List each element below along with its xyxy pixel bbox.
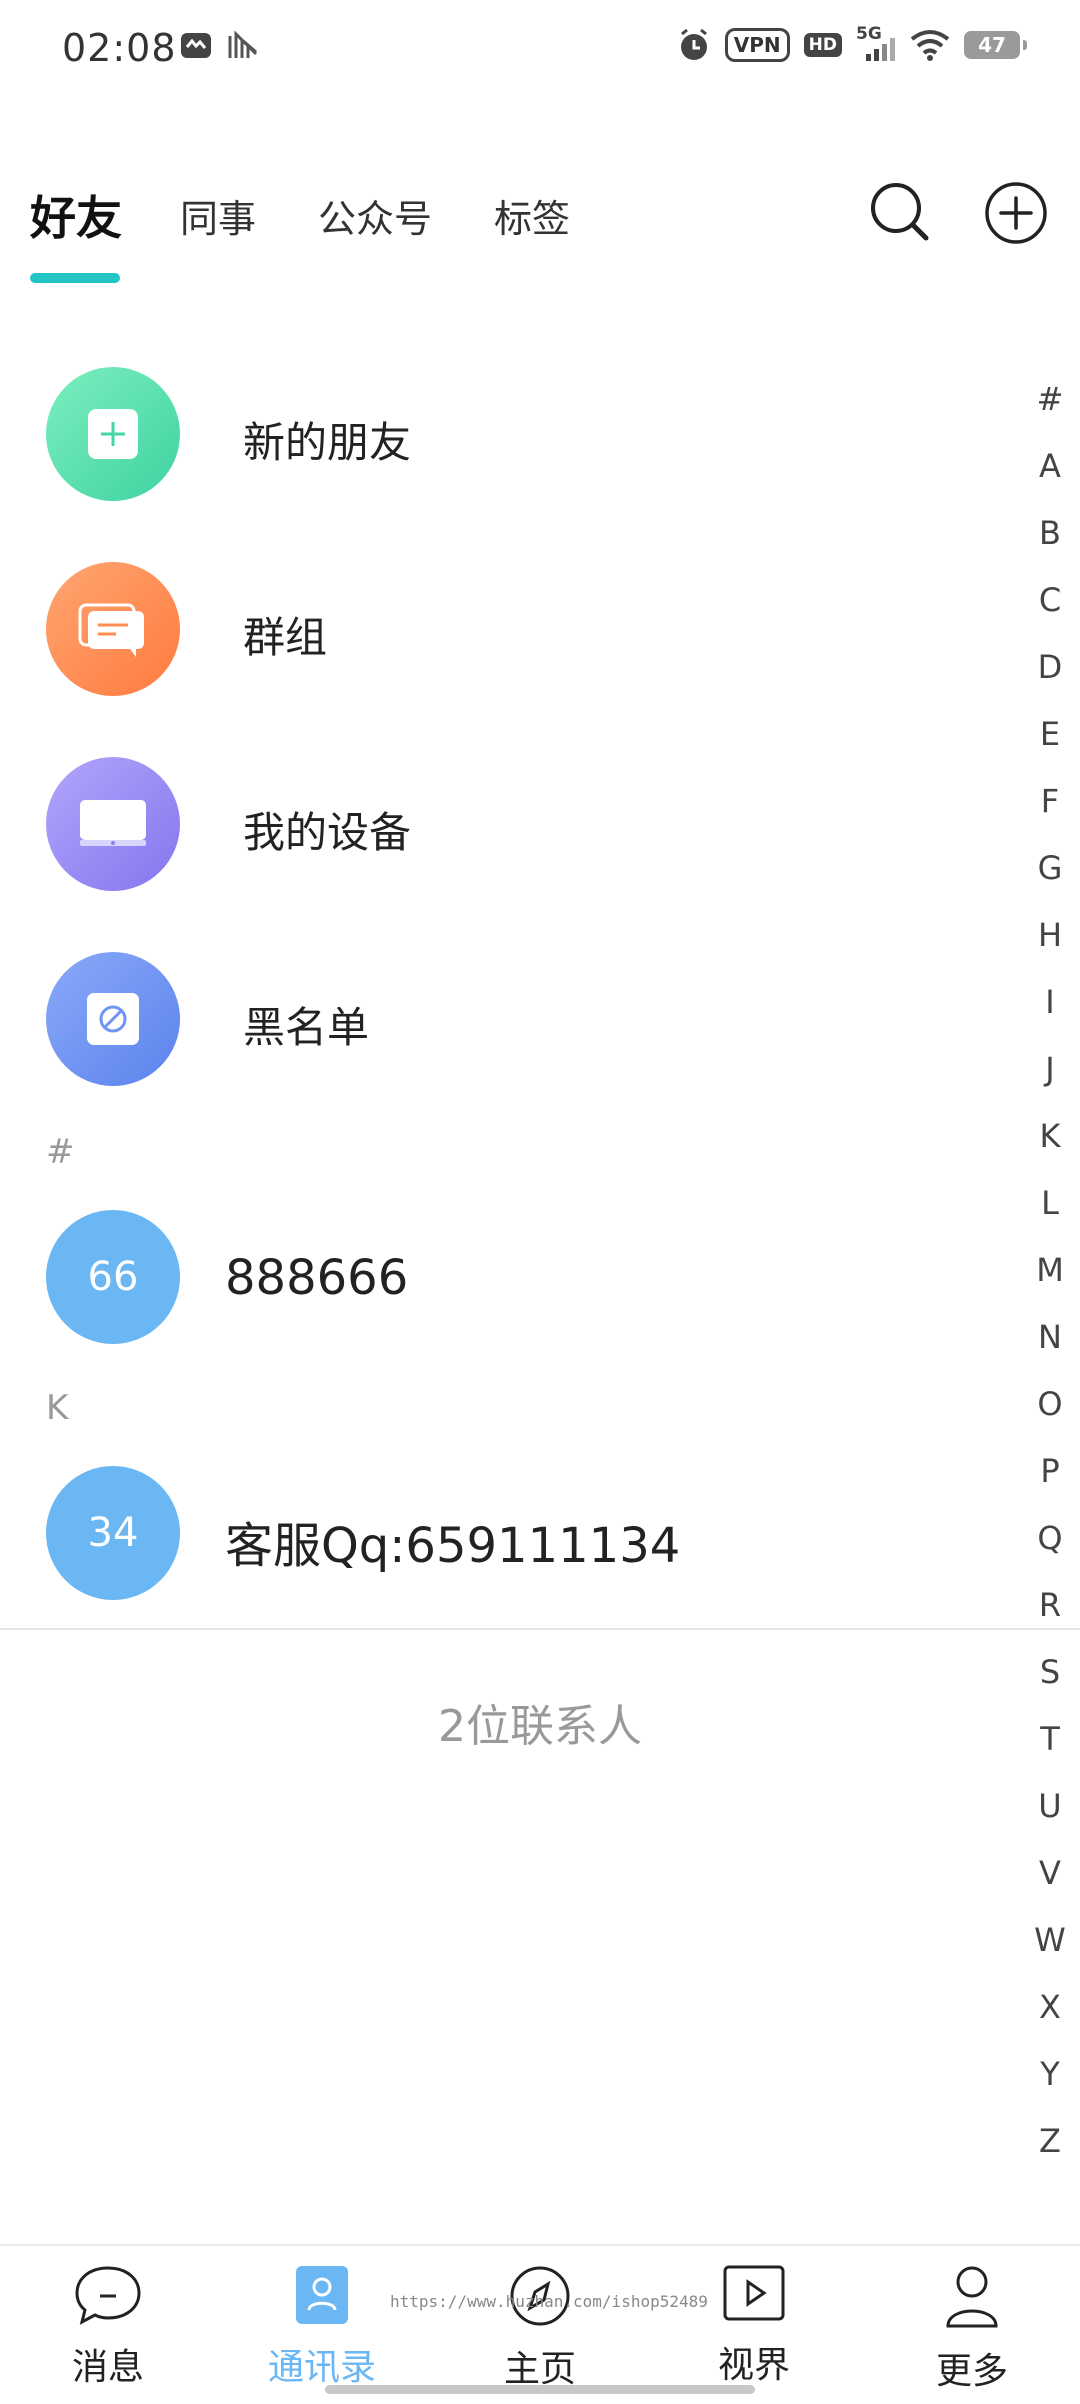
alphabet-index-letter[interactable]: H (1020, 916, 1080, 954)
bottom-navigation: 消息 通讯录 主页 视界 更多 https://www.huzhan.com/i… (0, 2244, 1080, 2404)
nav-home[interactable]: 主页 (460, 2264, 620, 2392)
tab-official-accounts[interactable]: 公众号 (318, 188, 432, 243)
alphabet-index-letter[interactable]: G (1020, 849, 1080, 887)
alphabet-index-letter[interactable]: V (1020, 1854, 1080, 1892)
alphabet-index-letter[interactable]: C (1020, 581, 1080, 619)
groups-avatar (46, 562, 180, 696)
contact-tabs: 好友 同事 公众号 标签 (0, 170, 1080, 290)
alphabet-index-letter[interactable]: L (1020, 1184, 1080, 1222)
contact-count: 2位联系人 (438, 1701, 642, 1752)
watermark: https://www.huzhan.com/ishop52489 (390, 2292, 708, 2311)
nav-vision[interactable]: 视界 (674, 2264, 834, 2388)
groups-label: 群组 (243, 613, 328, 662)
wifi-icon (910, 30, 950, 61)
tab-tags[interactable]: 标签 (494, 188, 570, 243)
device-icon (80, 800, 146, 846)
alarm-icon (680, 28, 707, 60)
alphabet-index-letter[interactable]: Q (1020, 1519, 1080, 1557)
nav-messages-label: 消息 (71, 2347, 144, 2388)
section-header-k: K (46, 1388, 69, 1428)
alphabet-index-letter[interactable]: N (1020, 1318, 1080, 1356)
alphabet-index-letter[interactable]: D (1020, 648, 1080, 686)
add-icon[interactable] (983, 180, 1049, 246)
cell-signal-icon (866, 38, 895, 61)
section-header-hash: # (46, 1132, 75, 1172)
list-divider (0, 1628, 1080, 1630)
blacklist-row[interactable]: 黑名单 (0, 952, 1000, 1092)
alphabet-index-letter[interactable]: F (1020, 782, 1080, 820)
nav-messages[interactable]: 消息 (28, 2264, 188, 2390)
blacklist-avatar (46, 952, 180, 1086)
alphabet-index-letter[interactable]: S (1020, 1653, 1080, 1691)
signal-indicator: 5G (856, 24, 896, 62)
notification-app-icon (181, 33, 211, 58)
nav-more-label: 更多 (935, 2351, 1008, 2392)
avatar: 34 (46, 1466, 180, 1600)
alphabet-index-letter[interactable]: K (1020, 1117, 1080, 1155)
contact-row[interactable]: 66 888666 (0, 1210, 1000, 1350)
alphabet-index-letter[interactable]: A (1020, 447, 1080, 485)
person-icon (946, 2266, 998, 2328)
my-devices-avatar (46, 757, 180, 891)
alphabet-index-letter[interactable]: W (1020, 1921, 1080, 1959)
my-devices-label: 我的设备 (243, 808, 412, 857)
alphabet-index-letter[interactable]: Z (1020, 2122, 1080, 2160)
alphabet-index-letter[interactable]: T (1020, 1720, 1080, 1758)
vpn-badge: VPN (724, 28, 790, 62)
tab-friends[interactable]: 好友 (30, 182, 122, 248)
status-bar: 02:08 VPN HD 5G 47 (0, 0, 1080, 100)
new-friends-label: 新的朋友 (243, 418, 412, 467)
blacklist-label: 黑名单 (243, 1003, 370, 1052)
alphabet-index-letter[interactable]: B (1020, 514, 1080, 552)
my-devices-row[interactable]: 我的设备 (0, 757, 1000, 897)
video-play-icon (723, 2265, 785, 2321)
alphabet-index-letter[interactable]: O (1020, 1385, 1080, 1423)
contact-row[interactable]: 34 客服Qq:659111134 (0, 1466, 1000, 1606)
nav-vision-label: 视界 (717, 2345, 790, 2386)
group-chat-icon (78, 603, 144, 657)
battery-indicator: 47 (964, 31, 1027, 59)
nav-more[interactable]: 更多 (892, 2264, 1052, 2394)
alphabet-index-letter[interactable]: Y (1020, 2055, 1080, 2093)
home-indicator (325, 2385, 755, 2394)
alphabet-index-letter[interactable]: X (1020, 1988, 1080, 2026)
new-friends-avatar (46, 367, 180, 501)
chat-bubble-icon (75, 2266, 141, 2325)
hd-badge: HD (803, 33, 842, 57)
nav-contacts-label: 通讯录 (267, 2347, 376, 2388)
alphabet-index-letter[interactable]: I (1020, 983, 1080, 1021)
alphabet-index-letter[interactable]: # (1020, 380, 1080, 418)
status-time: 02:08 (62, 26, 177, 70)
alphabet-index-letter[interactable]: U (1020, 1787, 1080, 1825)
alphabet-index-letter[interactable]: E (1020, 715, 1080, 753)
status-icons: VPN HD 5G 47 (677, 24, 1027, 62)
search-icon[interactable] (868, 180, 932, 244)
notification-stripes-icon (228, 30, 258, 58)
alphabet-index-letter[interactable]: P (1020, 1452, 1080, 1490)
new-friends-row[interactable]: 新的朋友 (0, 367, 1000, 507)
contact-name: 888666 (225, 1250, 409, 1306)
add-friend-icon (88, 409, 138, 459)
contacts-icon (296, 2266, 348, 2324)
active-tab-indicator (30, 273, 120, 283)
alphabet-index-letter[interactable]: J (1020, 1050, 1080, 1088)
avatar: 66 (46, 1210, 180, 1344)
nav-contacts[interactable]: 通讯录 (242, 2264, 402, 2390)
alphabet-index-letter[interactable]: R (1020, 1586, 1080, 1624)
groups-row[interactable]: 群组 (0, 562, 1000, 702)
alphabet-index-letter[interactable]: M (1020, 1251, 1080, 1289)
tab-colleagues[interactable]: 同事 (180, 188, 256, 243)
blacklist-icon (87, 993, 139, 1045)
contact-name: 客服Qq:659111134 (225, 1518, 681, 1574)
